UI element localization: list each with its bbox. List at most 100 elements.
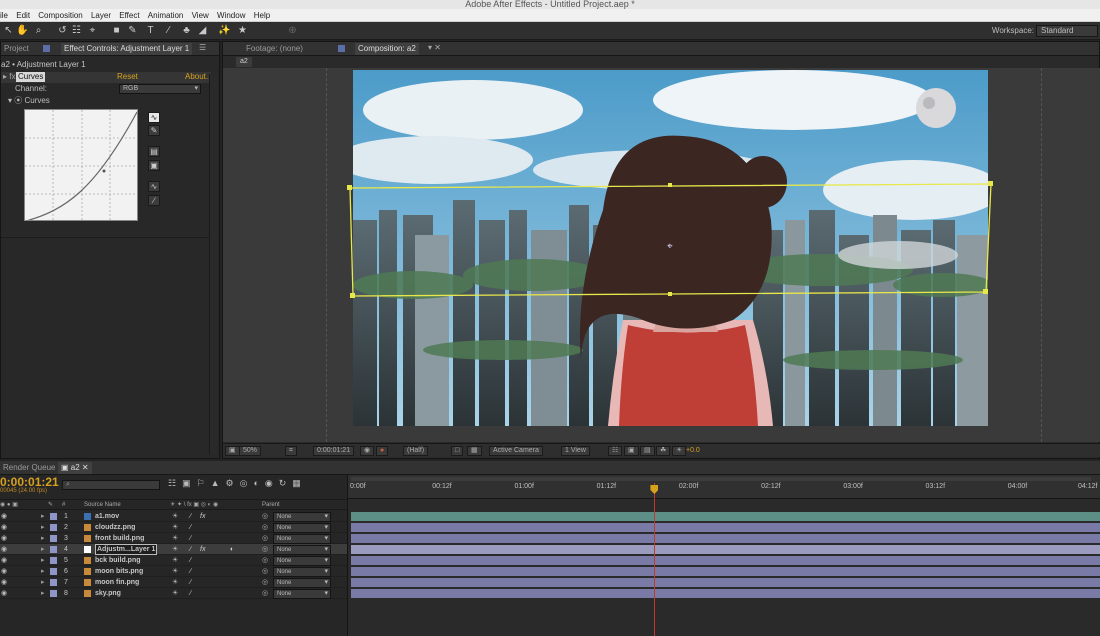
quality-switch-icon[interactable]: ∕: [190, 566, 191, 577]
menu-composition[interactable]: Composition: [38, 11, 82, 20]
pickwhip-icon[interactable]: ◎: [262, 544, 268, 555]
expand-arrow-icon[interactable]: ▸: [41, 588, 45, 599]
roto-brush-tool-icon[interactable]: ✨: [218, 24, 231, 37]
fast-previews-icon[interactable]: ▣: [624, 446, 639, 456]
fx-switch-icon[interactable]: fx: [200, 511, 205, 522]
tab-composition[interactable]: Composition: a2: [355, 43, 419, 55]
transparency-grid-icon[interactable]: ▦: [467, 446, 482, 456]
layer-name[interactable]: a1.mov: [95, 511, 119, 522]
pickwhip-icon[interactable]: ◎: [262, 588, 268, 599]
layer-row[interactable]: ◉ ▸ 2 cloudzz.png ☀ ∕ ◎ None: [0, 522, 347, 533]
menu-animation[interactable]: Animation: [148, 11, 184, 20]
visibility-icon[interactable]: ◉: [1, 588, 7, 599]
menu-layer[interactable]: Layer: [91, 11, 111, 20]
smooth-icon[interactable]: ∿: [148, 181, 160, 192]
expand-arrow-icon[interactable]: ▸: [41, 555, 45, 566]
parent-select[interactable]: None: [273, 577, 331, 588]
layer-row[interactable]: ◉ ▸ 1 a1.mov ☀ ∕ fx ◎ None: [0, 511, 347, 522]
timeline-timecode[interactable]: 0:00:01:21: [0, 475, 59, 489]
fx-icon[interactable]: ▸ fx: [3, 72, 15, 81]
visibility-icon[interactable]: ◉: [1, 555, 7, 566]
rotate-tool-icon[interactable]: ↺: [56, 24, 69, 37]
handle-tl[interactable]: [347, 185, 352, 190]
layer-name[interactable]: cloudzz.png: [95, 522, 135, 533]
resolution-select[interactable]: (Half): [403, 446, 429, 456]
pickwhip-icon[interactable]: ◎: [262, 511, 268, 522]
handle-bl[interactable]: [350, 293, 355, 298]
layer-duration-bar[interactable]: [351, 578, 1100, 588]
pickwhip-icon[interactable]: ◎: [262, 533, 268, 544]
timeline-icon[interactable]: ▤: [640, 446, 655, 456]
label-color-swatch[interactable]: [50, 535, 57, 542]
hand-tool-icon[interactable]: ✋: [16, 24, 29, 37]
workspace-select[interactable]: Standard: [1036, 25, 1098, 37]
channel-select[interactable]: RGB: [119, 84, 201, 94]
comp-chip[interactable]: a2: [236, 57, 252, 67]
layer-duration-bar[interactable]: [351, 523, 1100, 533]
curves-graph[interactable]: [24, 109, 138, 221]
always-preview-icon[interactable]: ▣: [225, 446, 240, 456]
comp-lock-icon[interactable]: [338, 45, 345, 52]
adjustment-switch-icon[interactable]: ◐: [230, 544, 234, 555]
label-color-swatch[interactable]: [50, 557, 57, 564]
axis-mode-icon[interactable]: ⊕: [286, 24, 299, 37]
menu-edit[interactable]: Edit: [16, 11, 30, 20]
label-color-swatch[interactable]: [50, 524, 57, 531]
pickwhip-icon[interactable]: ◎: [262, 566, 268, 577]
pen-tool-icon[interactable]: ✎: [126, 24, 139, 37]
handle-bottom[interactable]: [668, 292, 672, 296]
shy-switch-icon[interactable]: ☀: [172, 555, 178, 566]
expand-arrow-icon[interactable]: ▸: [41, 511, 45, 522]
parent-select[interactable]: None: [273, 522, 331, 533]
layer-row[interactable]: ◉ ▸ 4 Adjustm...Layer 1 ☀ ∕ fx ◐ ◎ None: [0, 544, 347, 555]
zoom-tool-icon[interactable]: ⌕: [32, 24, 45, 37]
parent-select[interactable]: None: [273, 544, 331, 555]
color-channel-icon[interactable]: ●: [376, 446, 389, 456]
curve-tool-icon[interactable]: ∿: [148, 112, 160, 123]
timeline-graph[interactable]: 0:00f 00:12f 01:00f 01:12f 02:00f 02:12f 03:00…: [347, 475, 1100, 636]
menu-effect[interactable]: Effect: [119, 11, 139, 20]
clone-stamp-tool-icon[interactable]: ♣: [180, 24, 193, 37]
exposure-reset-icon[interactable]: ☀: [672, 446, 687, 456]
label-color-swatch[interactable]: [50, 568, 57, 575]
tab-effect-controls[interactable]: Effect Controls: Adjustment Layer 1: [61, 43, 193, 55]
shy-switch-icon[interactable]: ☀: [172, 522, 178, 533]
visibility-icon[interactable]: ◉: [1, 566, 7, 577]
camera-tool-icon[interactable]: ☷: [70, 24, 83, 37]
brush-tool-icon[interactable]: ∕: [162, 24, 175, 37]
menu-window[interactable]: Window: [217, 11, 245, 20]
toggle-pixel-aspect-icon[interactable]: ☷: [608, 446, 623, 456]
expand-arrow-icon[interactable]: ▸: [41, 533, 45, 544]
layer-duration-bar[interactable]: [351, 512, 1100, 522]
layer-row[interactable]: ◉ ▸ 8 sky.png ☀ ∕ ◎ None: [0, 588, 347, 599]
open-folder-icon[interactable]: ▤: [148, 146, 160, 157]
expand-arrow-icon[interactable]: ▸: [41, 566, 45, 577]
shy-switch-icon[interactable]: ☀: [172, 544, 178, 555]
expand-arrow-icon[interactable]: ▸: [41, 544, 45, 555]
flowchart-icon[interactable]: ☘: [656, 446, 671, 456]
curve-line[interactable]: [26, 111, 137, 221]
puppet-tool-icon[interactable]: ★: [236, 24, 249, 37]
menu-view[interactable]: View: [192, 11, 209, 20]
expand-arrow-icon[interactable]: ▸: [41, 577, 45, 588]
layer-row[interactable]: ◉ ▸ 7 moon fin.png ☀ ∕ ◎ None: [0, 577, 347, 588]
zoom-select[interactable]: 50%: [239, 446, 262, 456]
quality-switch-icon[interactable]: ∕: [190, 533, 191, 544]
menu-help[interactable]: Help: [254, 11, 270, 20]
label-color-swatch[interactable]: [50, 590, 57, 597]
playhead-line[interactable]: [654, 483, 656, 636]
quality-switch-icon[interactable]: ∕: [190, 555, 191, 566]
region-of-interest-icon[interactable]: □: [451, 446, 464, 456]
shy-switch-icon[interactable]: ☀: [172, 588, 178, 599]
layer-duration-bar[interactable]: [351, 545, 1100, 555]
selection-tool-icon[interactable]: ↖: [2, 24, 15, 37]
snapshot-icon[interactable]: ◉: [360, 446, 375, 456]
visibility-icon[interactable]: ◉: [1, 533, 7, 544]
handle-tr[interactable]: [988, 181, 993, 186]
viewer-timecode[interactable]: 0:00:01:21: [313, 446, 355, 456]
quality-switch-icon[interactable]: ∕: [190, 511, 191, 522]
view-layout-select[interactable]: 1 View: [561, 446, 590, 456]
pickwhip-icon[interactable]: ◎: [262, 522, 268, 533]
save-icon[interactable]: ▣: [148, 160, 160, 171]
label-color-swatch[interactable]: [50, 546, 57, 553]
